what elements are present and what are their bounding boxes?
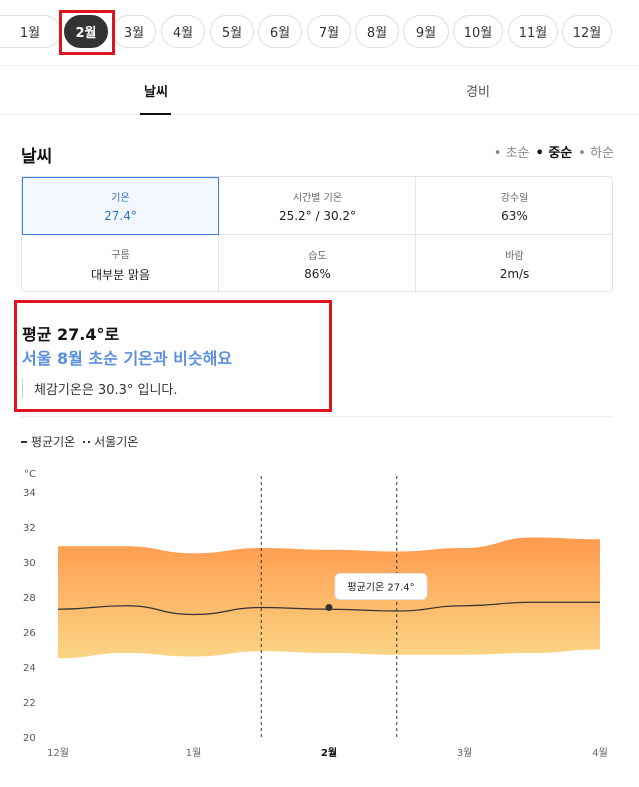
legend-solid-swatch-icon [21, 440, 27, 443]
stat-hourly-temperature[interactable]: 시간별 기온 25.2° / 30.2° [219, 177, 416, 235]
section-title: 날씨 [21, 147, 53, 167]
month-pill-4[interactable]: 4월 [161, 15, 205, 48]
y-tick-label: 22 [23, 698, 36, 709]
selected-month-highlight [59, 10, 115, 55]
y-tick-label: 30 [23, 558, 36, 569]
y-tick-label: 34 [23, 488, 36, 499]
period-filter: • 초순 • 중순 • 하순 [494, 142, 614, 161]
tab-bar: 날씨 경비 [0, 66, 639, 115]
temperature-chart: °C 20 22 24 26 28 30 32 34 12월 1월 2월 3월 4월 평균기온 27.4° [23, 469, 608, 759]
month-selector: 1월 2월 3월 4월 5월 6월 7월 8월 9월 10월 11월 12월 [0, 0, 639, 66]
legend-dotted-swatch-icon [83, 440, 91, 443]
month-pill-3[interactable]: 3월 [112, 15, 156, 48]
legend-seoul: 서울기온 [83, 433, 138, 450]
tab-expenses[interactable]: 경비 [466, 81, 490, 100]
y-tick-label: 20 [23, 733, 36, 744]
period-mid[interactable]: • 중순 [536, 142, 573, 161]
stat-humidity[interactable]: 습도 86% [219, 235, 416, 293]
temperature-range-band [58, 537, 600, 659]
month-pill-6[interactable]: 6월 [258, 15, 302, 48]
x-tick-label: 1월 [186, 747, 202, 759]
month-pill-10[interactable]: 10월 [453, 15, 503, 48]
x-tick-label: 2월 [321, 747, 337, 759]
y-tick-label: 24 [23, 663, 36, 674]
average-temperature-point [325, 604, 333, 611]
month-pill-1[interactable]: 1월 [0, 15, 61, 48]
y-tick-label: 32 [23, 523, 36, 534]
period-early[interactable]: • 초순 [494, 142, 530, 161]
stat-wind[interactable]: 바람 2m/s [416, 235, 613, 293]
month-pill-8[interactable]: 8월 [355, 15, 399, 48]
x-tick-label: 4월 [592, 747, 608, 759]
tooltip-label: 평균기온 27.4° [347, 582, 414, 594]
tab-weather[interactable]: 날씨 [144, 81, 168, 100]
month-pill-5[interactable]: 5월 [210, 15, 254, 48]
x-tick-label: 3월 [457, 747, 473, 759]
x-tick-label: 12월 [47, 747, 69, 759]
y-tick-label: 26 [23, 628, 36, 639]
month-pill-9[interactable]: 9월 [403, 15, 449, 48]
period-late[interactable]: • 하순 [578, 142, 614, 161]
stat-precipitation[interactable]: 강수일 63% [416, 177, 613, 235]
legend-average: 평균기온 [21, 433, 75, 450]
month-pill-7[interactable]: 7월 [307, 15, 351, 48]
active-tab-indicator [140, 113, 171, 115]
summary-average: 평균 27.4°로 [22, 325, 120, 344]
y-tick-label: 28 [23, 593, 36, 604]
month-pill-12[interactable]: 12월 [562, 15, 612, 48]
weather-stats-grid: 기온 27.4° 시간별 기온 25.2° / 30.2° 강수일 63% 구름… [21, 176, 613, 293]
month-pill-11[interactable]: 11월 [508, 15, 558, 48]
y-axis-unit: °C [24, 469, 36, 480]
summary-comparison: 서울 8월 초순 기온과 비슷해요 [22, 349, 233, 368]
stat-clouds[interactable]: 구름 대부분 맑음 [22, 235, 219, 293]
stat-temperature[interactable]: 기온 27.4° [22, 177, 219, 235]
summary-feels-like: 체감기온은 30.3° 입니다. [22, 379, 178, 398]
section-divider [21, 416, 613, 417]
chart-legend: 평균기온 서울기온 [21, 433, 138, 450]
